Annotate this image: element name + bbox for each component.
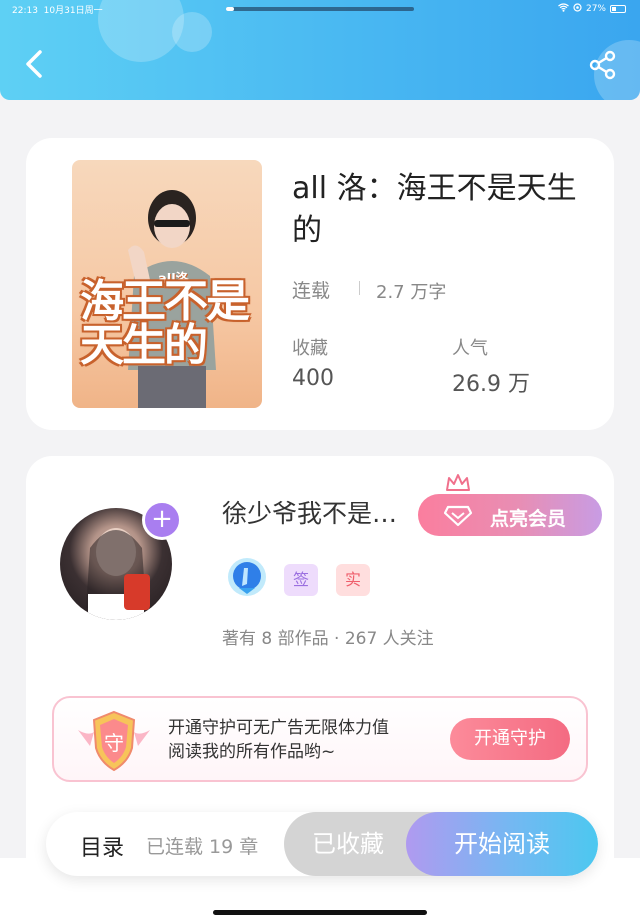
book-status: 连载 [292,280,331,302]
popularity-count: 26.9 万 [452,372,530,397]
share-button[interactable] [588,50,618,80]
share-icon [589,50,616,80]
crown-icon [446,474,470,491]
bottom-action-bar: 目录 已连载 19 章 已收藏 开始阅读 [46,812,598,876]
favorites-count: 400 [292,366,334,391]
decor-bubble [172,12,212,52]
guard-shield-icon: 守 [78,710,150,772]
guard-promo: 守 开通守护可无广告无限体力值 阅读我的所有作品哟~ 开通守护 [52,696,588,782]
battery-icon [610,5,626,13]
popularity-label: 人气 [452,338,488,359]
orientation-lock-icon [573,3,582,15]
top-handle-bar [226,7,414,11]
home-indicator [213,910,427,915]
plus-icon: + [151,504,173,534]
chevron-left-icon [26,50,42,78]
guard-description: 开通守护可无广告无限体力值 阅读我的所有作品哟~ [168,716,389,764]
status-icons: 27% [558,3,626,15]
word-count: 2.7 万字 [376,282,447,303]
follow-button[interactable]: + [142,500,182,540]
battery-level: 27% [585,4,606,14]
guard-line-2: 阅读我的所有作品哟~ [168,742,336,762]
vip-button-label: 点亮会员 [490,508,567,530]
cover-title-art: 海王不是天生的 [80,276,250,371]
chapter-count: 已连载 19 章 [146,836,259,858]
guard-line-1: 开通守护可无广告无限体力值 [168,718,389,738]
book-cover[interactable]: all洛 海王不是天生的 [72,160,262,408]
diamond-icon [444,505,472,527]
signed-tag: 签 [284,564,318,596]
svg-text:守: 守 [104,731,124,755]
book-title: all 洛：海王不是天生的 [292,171,577,248]
favorites-label: 收藏 [292,338,328,359]
author-name[interactable]: 徐少爷我不是… [222,494,397,530]
avatar-cup-detail [124,574,150,610]
start-reading-button[interactable]: 开始阅读 [406,812,598,876]
verified-tag: 实 [336,564,370,596]
status-time: 22:13 10月31日周一 [12,6,103,16]
open-guard-button[interactable]: 开通守护 [450,718,570,760]
level-medal-icon [228,558,266,596]
toc-button[interactable]: 目录 [80,830,124,862]
wifi-icon [558,3,569,15]
divider [359,281,360,295]
back-button[interactable] [20,44,50,84]
book-info-card: all洛 海王不是天生的 all 洛：海王不是天生的 连载 2.7 万字 收藏 … [26,138,614,430]
top-header: 22:13 10月31日周一 27% [0,0,640,100]
author-stats: 著有 8 部作品 · 267 人关注 [222,629,434,649]
vip-button[interactable]: 点亮会员 [418,494,602,536]
